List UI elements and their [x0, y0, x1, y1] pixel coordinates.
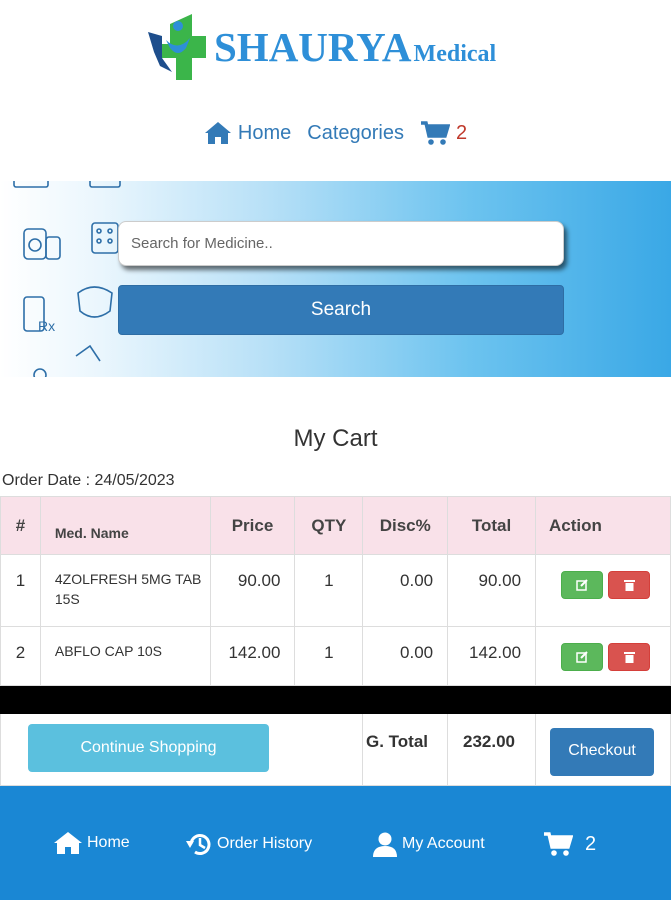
svg-text:Rx: Rx: [38, 318, 55, 334]
row-total: 90.00: [447, 554, 537, 627]
history-icon: [186, 834, 211, 855]
table-row: 1 4ZOLFRESH 5MG TAB 15S 90.00 1 0.00 90.…: [0, 554, 671, 627]
bottom-nav-my-account[interactable]: My Account: [372, 831, 485, 857]
edit-button[interactable]: [561, 643, 604, 671]
row-med-name: ABFLO CAP 10S: [39, 626, 211, 686]
row-price: 90.00: [209, 554, 296, 627]
bottom-nav-account-label: My Account: [402, 835, 485, 852]
order-date: Order Date : 24/05/2023: [2, 472, 175, 489]
edit-button[interactable]: [561, 571, 604, 599]
nav-cart-count: 2: [455, 121, 468, 144]
bottom-nav: Home Order History My Account 2: [0, 786, 671, 900]
divider-bar: [0, 685, 671, 714]
header-index: #: [0, 496, 41, 555]
header-med-name: Med. Name: [39, 496, 211, 555]
row-qty: 1: [294, 554, 364, 627]
search-input[interactable]: [118, 221, 564, 266]
medicine-pattern-icon: Rx: [13, 181, 121, 377]
header-price: Price: [209, 496, 296, 555]
row-index: 1: [0, 554, 41, 627]
bottom-nav-cart-count: 2: [585, 832, 597, 855]
continue-shopping-button[interactable]: Continue Shopping: [28, 724, 269, 772]
row-qty: 1: [294, 626, 364, 686]
medical-cross-logo-icon: [148, 14, 206, 80]
brand-name: SHAURYA: [214, 23, 412, 70]
cart-icon: [420, 121, 450, 145]
edit-icon: [576, 651, 588, 663]
home-icon: [204, 122, 231, 144]
header-disc: Disc%: [362, 496, 449, 555]
header-qty: QTY: [294, 496, 364, 555]
edit-icon: [576, 579, 588, 591]
trash-icon: [623, 652, 635, 663]
table-row: 2 ABFLO CAP 10S 142.00 1 0.00 142.00: [0, 626, 671, 686]
user-icon: [373, 832, 397, 857]
bottom-nav-history-label: Order History: [217, 835, 313, 852]
top-nav: Home Categories 2: [0, 120, 671, 146]
search-banner: Rx Search: [0, 181, 671, 377]
bottom-nav-home[interactable]: Home: [53, 831, 130, 855]
trash-icon: [623, 580, 635, 591]
bottom-nav-cart[interactable]: 2: [543, 831, 596, 857]
home-icon: [54, 832, 82, 854]
header-total: Total: [447, 496, 537, 555]
header-action: Action: [535, 496, 671, 555]
cart-footer: Continue Shopping G. Total 232.00 Checko…: [0, 714, 671, 786]
bottom-nav-order-history[interactable]: Order History: [185, 831, 312, 857]
bottom-nav-home-label: Home: [87, 834, 130, 851]
row-disc: 0.00: [362, 554, 449, 627]
nav-categories[interactable]: Categories: [307, 122, 404, 145]
page-title: My Cart: [293, 425, 378, 452]
row-index: 2: [0, 626, 41, 686]
nav-cart[interactable]: 2: [420, 120, 467, 146]
row-actions: [535, 626, 671, 686]
row-actions: [535, 554, 671, 627]
table-header-row: # Med. Name Price QTY Disc% Total Action: [0, 496, 671, 555]
row-price: 142.00: [209, 626, 296, 686]
delete-button[interactable]: [608, 643, 651, 671]
nav-home[interactable]: Home: [204, 121, 291, 145]
row-med-name: 4ZOLFRESH 5MG TAB 15S: [39, 554, 211, 627]
brand-suffix: Medical: [413, 40, 497, 67]
row-total: 142.00: [447, 626, 537, 686]
checkout-button[interactable]: Checkout: [550, 728, 654, 776]
grand-total-value: 232.00: [463, 732, 515, 751]
search-button[interactable]: Search: [118, 285, 564, 335]
nav-categories-label: Categories: [307, 121, 404, 144]
delete-button[interactable]: [608, 571, 651, 599]
grand-total-label: G. Total: [366, 732, 429, 751]
nav-home-label: Home: [237, 121, 292, 144]
cart-icon: [544, 832, 573, 856]
row-disc: 0.00: [362, 626, 449, 686]
brand-logo[interactable]: SHAURYA Medical: [148, 14, 496, 80]
